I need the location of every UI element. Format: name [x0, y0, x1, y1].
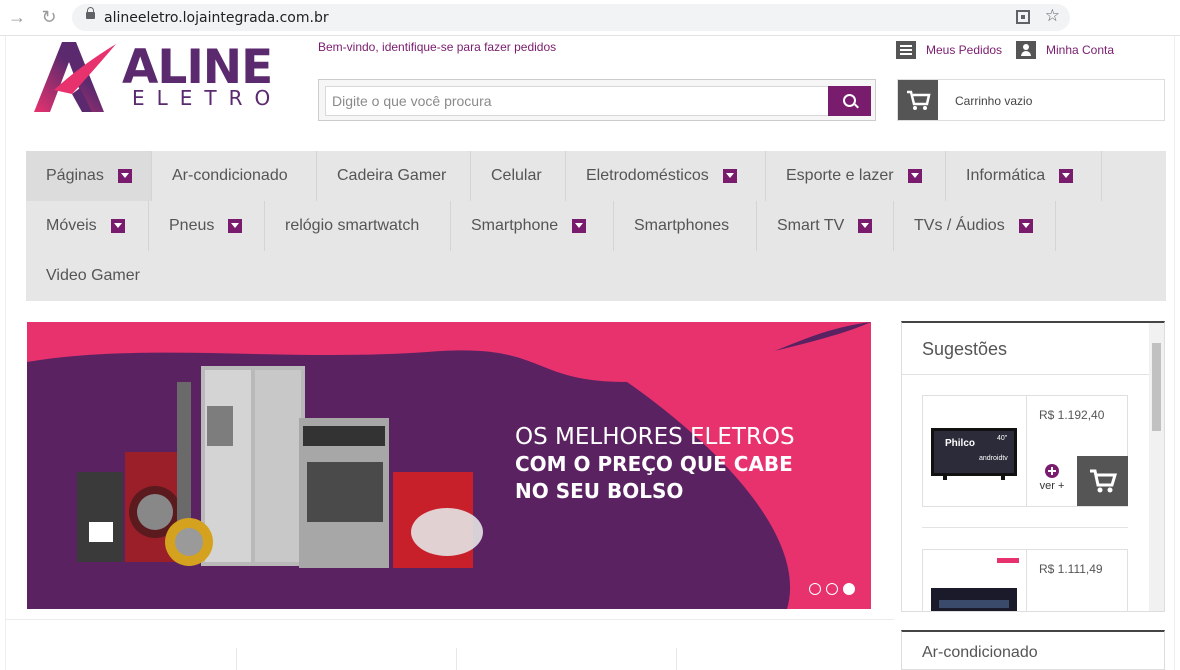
url-text[interactable]: alineeletro.lojaintegrada.com.br — [104, 10, 329, 26]
product-image[interactable]: Philco 40" androidtv — [923, 396, 1027, 506]
chevron-down-icon — [572, 219, 587, 233]
product-card[interactable]: R$ 1.111,49 — [922, 549, 1128, 611]
address-bar[interactable]: alineeletro.lojaintegrada.com.br ☆ — [72, 4, 1070, 31]
my-orders-link[interactable]: Meus Pedidos — [896, 40, 1002, 60]
category-panel: Ar-condicionado — [901, 630, 1165, 670]
menu-item-smartphones[interactable]: Smartphones — [614, 201, 757, 251]
lock-icon — [86, 7, 95, 19]
product-card[interactable]: Philco 40" androidtv R$ 1.192,40 ver + — [922, 395, 1128, 507]
chevron-down-icon — [117, 169, 132, 183]
svg-text:androidtv: androidtv — [979, 455, 1008, 462]
menu-item-ar-condicionado[interactable]: Ar-condicionado — [152, 151, 317, 201]
view-more-button[interactable]: ver + — [1027, 456, 1077, 506]
menu-item-smartphone[interactable]: Smartphone — [451, 201, 614, 251]
browser-toolbar: → ↻ alineeletro.lojaintegrada.com.br ☆ — [0, 0, 1180, 36]
list-icon — [896, 41, 916, 59]
product-price: R$ 1.192,40 — [1039, 408, 1105, 422]
forward-arrow-icon[interactable]: → — [6, 6, 28, 28]
menu-item-paginas[interactable]: Páginas — [26, 151, 152, 201]
menu-item-esporte-lazer[interactable]: Esporte e lazer — [766, 151, 946, 201]
menu-item-moveis[interactable]: Móveis — [26, 201, 149, 251]
category-panel-title[interactable]: Ar-condicionado — [922, 644, 1038, 662]
qr-code-icon[interactable] — [1016, 10, 1030, 24]
banner-headline: OS MELHORES ELETROS COM O PREÇO QUE CABE… — [515, 424, 795, 503]
chevron-down-icon — [858, 219, 873, 233]
menu-item-smart-tv[interactable]: Smart TV — [757, 201, 894, 251]
svg-text:40": 40" — [997, 435, 1008, 442]
menu-item-relogio-smartwatch[interactable]: relógio smartwatch — [265, 201, 451, 251]
welcome-login-link[interactable]: Bem-vindo, identifique-se para fazer ped… — [318, 40, 556, 54]
chevron-down-icon — [1059, 169, 1074, 183]
user-icon — [1016, 41, 1036, 59]
search-button[interactable] — [828, 86, 871, 116]
category-menu: Páginas Ar-condicionado Cadeira Gamer Ce… — [26, 151, 1166, 301]
carousel-dot-3[interactable] — [843, 583, 855, 595]
menu-item-video-gamer[interactable]: Video Gamer — [26, 251, 166, 301]
cart-icon — [1090, 469, 1118, 493]
store-page: ALINE ELETRO Bem-vindo, identifique-se p… — [5, 36, 1175, 670]
logo-text-eletro: ELETRO — [132, 86, 283, 110]
chevron-down-icon — [228, 219, 243, 233]
star-icon[interactable]: ☆ — [1045, 6, 1060, 26]
chevron-down-icon — [1018, 219, 1033, 233]
chevron-down-icon — [907, 169, 922, 183]
my-account-label: Minha Conta — [1046, 43, 1115, 57]
plus-icon — [1045, 464, 1059, 478]
svg-text:Philco: Philco — [945, 438, 975, 449]
menu-item-eletrodomesticos[interactable]: Eletrodomésticos — [566, 151, 766, 201]
product-image[interactable] — [923, 550, 1027, 611]
cart-icon — [898, 80, 938, 120]
suggestions-title: Sugestões — [922, 339, 1008, 359]
chevron-down-icon — [110, 219, 125, 233]
add-to-cart-button[interactable] — [1077, 456, 1128, 506]
hero-banner[interactable]: OS MELHORES ELETROS COM O PREÇO QUE CABE… — [27, 322, 871, 609]
my-account-link[interactable]: Minha Conta — [1016, 40, 1114, 60]
product-price: R$ 1.111,49 — [1039, 562, 1103, 576]
scroll-thumb[interactable] — [1152, 343, 1161, 431]
menu-item-celular[interactable]: Celular — [471, 151, 566, 201]
chevron-down-icon — [722, 169, 737, 183]
menu-item-informatica[interactable]: Informática — [946, 151, 1102, 201]
scrollbar[interactable] — [1149, 323, 1164, 611]
carousel-dots — [809, 583, 855, 595]
menu-item-tvs-audios[interactable]: TVs / Áudios — [894, 201, 1056, 251]
menu-item-cadeira-gamer[interactable]: Cadeira Gamer — [317, 151, 471, 201]
carousel-dot-2[interactable] — [826, 583, 838, 595]
suggestions-panel: Sugestões Philco 40" androidtv R$ 1.192,… — [901, 321, 1165, 612]
reload-icon[interactable]: ↻ — [38, 6, 60, 28]
carousel-dot-1[interactable] — [809, 583, 821, 595]
menu-item-pneus[interactable]: Pneus — [149, 201, 265, 251]
cart-widget[interactable]: Carrinho vazio — [897, 79, 1165, 121]
my-orders-label: Meus Pedidos — [926, 43, 1003, 57]
cart-status: Carrinho vazio — [955, 94, 1033, 108]
logo-mark-icon — [34, 42, 116, 112]
search-form — [318, 79, 876, 121]
search-input[interactable] — [325, 86, 829, 116]
store-logo[interactable]: ALINE ELETRO — [32, 36, 282, 116]
